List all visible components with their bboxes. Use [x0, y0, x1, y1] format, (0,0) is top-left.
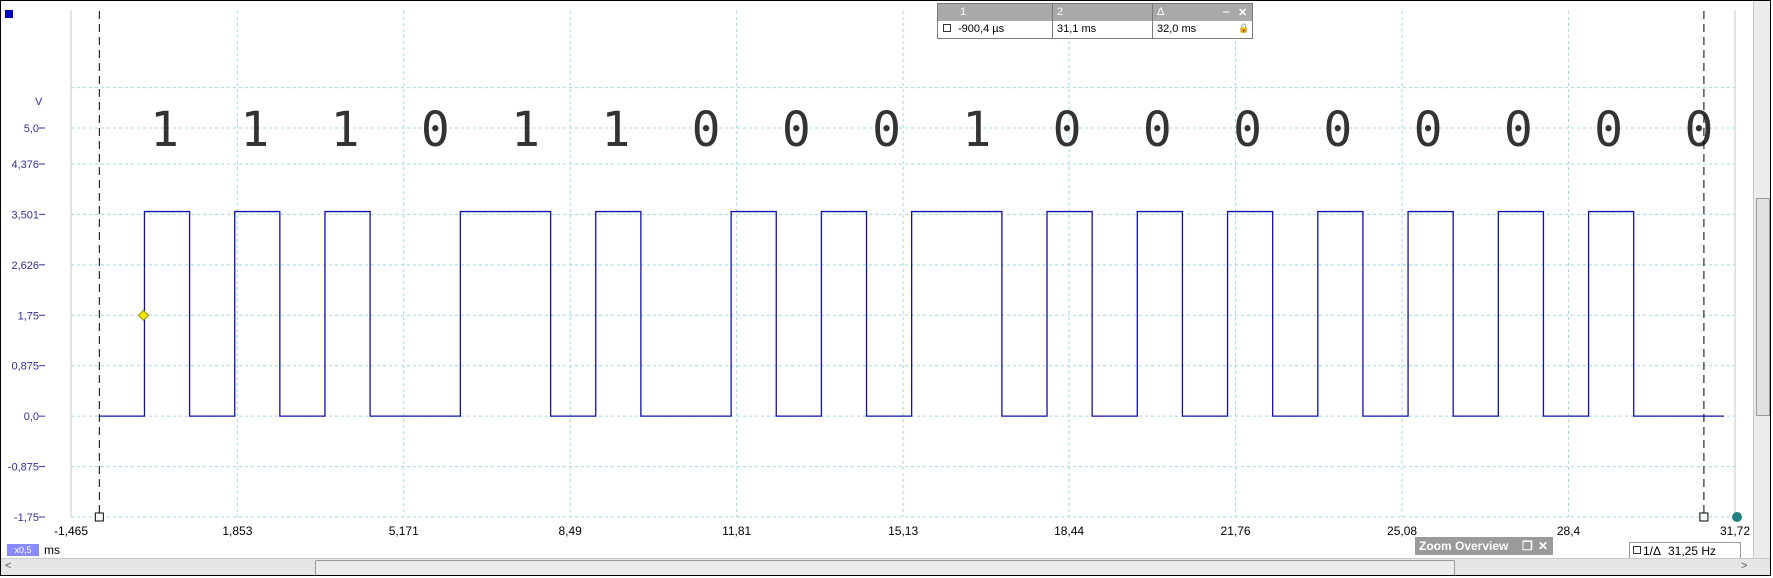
ruler-handle-2 — [1699, 512, 1709, 522]
ruler1-header: 1 — [960, 6, 967, 18]
y-tick-label: 1,75 — [18, 310, 39, 322]
lock-icon[interactable]: 🔒 — [1238, 23, 1249, 34]
scroll-right-icon[interactable]: > — [1741, 560, 1747, 572]
x-tick-label: -1,465 — [54, 524, 88, 538]
bit-label: 1 — [962, 102, 991, 158]
x-tick-label: 31,72 — [1720, 524, 1750, 538]
scope-plot[interactable]: 1 1 1 0 1 1 0 0 0 1 0 0 0 0 0 0 0 0 5,0 4,376 3,501 2,626 1,7… — [1, 1, 1753, 558]
freq-value: 31,25 Hz — [1668, 544, 1717, 558]
bit-label: 0 — [1414, 102, 1443, 158]
delta-value: 32,0 ms — [1157, 23, 1197, 35]
zoom-overview-bar[interactable]: Zoom Overview ❐ ✕ — [1415, 537, 1553, 555]
oscilloscope-window: 1 1 1 0 1 1 0 0 0 1 0 0 0 0 0 0 0 0 5,0 4,376 3,501 2,626 1,7… — [0, 0, 1771, 576]
x-tick-label: 25,08 — [1387, 524, 1417, 538]
ruler-handle-1 — [94, 512, 104, 522]
y-tick-label: -0,875 — [8, 462, 39, 474]
y-tick-label: 5,0 — [24, 123, 39, 135]
ruler2-value: 31,1 ms — [1057, 23, 1097, 35]
x-tick-label: 21,76 — [1221, 524, 1251, 538]
bit-label: 1 — [240, 102, 269, 158]
zoom-close-icon[interactable]: ✕ — [1538, 539, 1548, 553]
bit-label: 0 — [1053, 102, 1082, 158]
y-tick-label: 0,0 — [24, 411, 39, 423]
delta-header: Δ — [1157, 6, 1165, 18]
x-tick-label: 15,13 — [888, 524, 918, 538]
bit-label: 1 — [601, 102, 630, 158]
vertical-scroll-thumb[interactable] — [1756, 198, 1770, 416]
channel-a-marker[interactable] — [5, 10, 13, 18]
ruler-checkbox[interactable] — [943, 24, 951, 32]
bit-label: 0 — [1594, 102, 1623, 158]
zoom-overview-title: Zoom Overview — [1419, 539, 1509, 553]
ruler-table-header: 1 2 Δ ‒ ✕ — [938, 4, 1252, 21]
bit-label: 0 — [1684, 102, 1713, 158]
y-tick-label: -1,75 — [14, 512, 39, 524]
bit-label: 0 — [1233, 102, 1262, 158]
x-tick-label: 18,44 — [1054, 524, 1084, 538]
bit-labels: 1 1 1 0 1 1 0 0 0 1 0 0 0 0 0 0 0 0 — [150, 102, 1713, 158]
minimize-icon[interactable]: ‒ — [1223, 6, 1229, 18]
bit-label: 0 — [1504, 102, 1533, 158]
freq-checkbox[interactable] — [1633, 546, 1641, 554]
scroll-left-icon[interactable]: < — [5, 560, 11, 572]
bit-label: 0 — [421, 102, 450, 158]
grid — [70, 11, 1736, 518]
ruler1-value: -900,4 µs — [958, 23, 1005, 35]
x-tick-label: 8,49 — [558, 524, 582, 538]
bit-label: 0 — [1143, 102, 1172, 158]
trigger-marker — [137, 309, 150, 322]
bit-label: 1 — [150, 102, 179, 158]
freq-label: 1/Δ — [1643, 544, 1662, 558]
x-tick-label: 28,4 — [1557, 524, 1581, 538]
y-tick-label: 0,875 — [11, 361, 39, 373]
x-unit-label: ms — [44, 543, 60, 557]
x-tick-label: 5,171 — [389, 524, 419, 538]
bit-label: 0 — [692, 102, 721, 158]
bit-label: 1 — [511, 102, 540, 158]
horizontal-scrollbar[interactable]: < > — [1, 558, 1770, 575]
ruler2-header: 2 — [1057, 6, 1064, 18]
x-tick-label: 1,853 — [222, 524, 252, 538]
ruler-table[interactable]: 1 2 Δ ‒ ✕ -900,4 µs 31,1 ms 32,0 ms 🔒 — [937, 3, 1253, 39]
restore-icon[interactable]: ❐ — [1522, 539, 1533, 553]
horizontal-scroll-thumb[interactable] — [315, 560, 1455, 575]
y-tick-label: 3,501 — [11, 209, 39, 221]
signal-trace — [99, 210, 1724, 417]
bit-label: 0 — [782, 102, 811, 158]
zoom-badge: x0,5 — [7, 544, 39, 556]
bit-label: 1 — [331, 102, 360, 158]
bit-label: 0 — [1323, 102, 1352, 158]
close-icon[interactable]: ✕ — [1238, 6, 1247, 19]
x-axis-ticks: -1,465 1,853 5,171 8,49 11,81 15,13 18,44 21,76… — [54, 524, 1750, 538]
bit-label: 0 — [872, 102, 901, 158]
y-unit-label: V — [35, 96, 43, 108]
y-axis-ticks: 5,0 4,376 3,501 2,626 1,75 0,875 0,0 -0,875 -1,7… — [8, 123, 45, 524]
y-tick-label: 4,376 — [11, 159, 39, 171]
axis-end-marker — [1732, 512, 1742, 522]
ruler-values-row: -900,4 µs 31,1 ms 32,0 ms 🔒 — [938, 21, 1252, 38]
y-tick-label: 2,626 — [11, 260, 39, 272]
x-tick-label: 11,81 — [722, 524, 751, 538]
vertical-scrollbar[interactable] — [1753, 1, 1770, 558]
